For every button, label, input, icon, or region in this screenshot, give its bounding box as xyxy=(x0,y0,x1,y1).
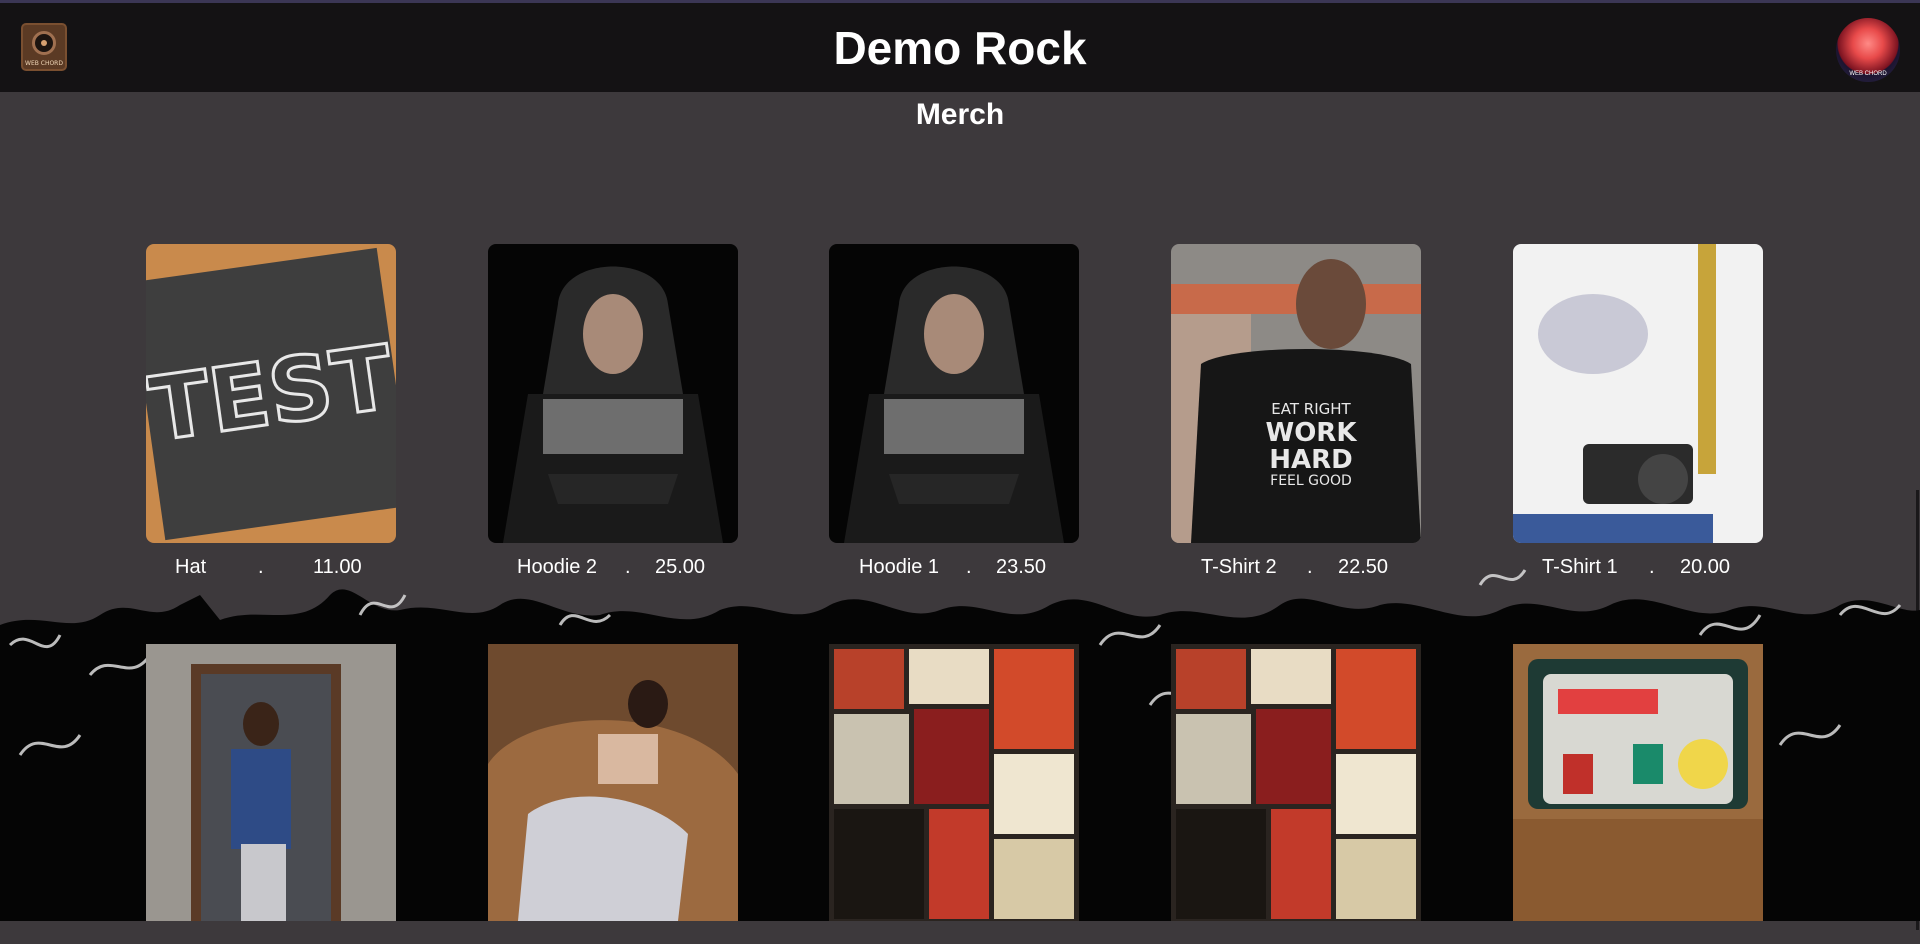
site-header: WEB CHORD Demo Rock WEB CHORD xyxy=(0,3,1920,92)
product-caption: Hoodie 1 . 23.50 xyxy=(829,556,1079,580)
product-caption: T-Shirt 2 . 22.50 xyxy=(1171,556,1421,580)
product-image[interactable] xyxy=(829,244,1079,543)
product-price: 11.00 xyxy=(313,556,362,578)
product-price: 22.50 xyxy=(1338,556,1389,578)
product-image[interactable] xyxy=(829,644,1079,944)
product-image[interactable] xyxy=(146,644,396,944)
product-name: T-Shirt 2 xyxy=(1201,556,1277,578)
product-price: 23.50 xyxy=(996,556,1047,578)
product-separator: . xyxy=(966,556,972,578)
product-separator: . xyxy=(625,556,631,578)
product-image[interactable] xyxy=(1171,644,1421,944)
tshirt-print-line: HARD xyxy=(1269,445,1352,475)
tshirt-print-line: WORK xyxy=(1266,418,1358,448)
product-image[interactable] xyxy=(1513,644,1763,944)
product-separator: . xyxy=(1307,556,1313,578)
tshirt-print-line: FEEL GOOD xyxy=(1270,473,1352,489)
avatar-label: WEB CHORD xyxy=(1849,71,1887,77)
page-title: Demo Rock xyxy=(833,22,1087,74)
section-title: Merch xyxy=(915,98,1005,131)
product-image[interactable] xyxy=(488,644,738,944)
product-image[interactable] xyxy=(1513,244,1763,543)
product-caption: T-Shirt 1 . 20.00 xyxy=(1513,556,1763,580)
product-image[interactable]: EAT RIGHT WORK HARD FEEL GOOD xyxy=(1171,244,1421,543)
product-name: T-Shirt 1 xyxy=(1542,556,1618,578)
tshirt-print-line: EAT RIGHT xyxy=(1271,400,1351,418)
product-name: Hat xyxy=(175,556,207,578)
product-name: Hoodie 1 xyxy=(859,556,940,578)
product-price: 20.00 xyxy=(1680,556,1731,578)
product-price: 25.00 xyxy=(655,556,706,578)
product-image[interactable] xyxy=(488,244,738,543)
product-name: Hoodie 2 xyxy=(517,556,598,578)
avatar[interactable]: WEB CHORD xyxy=(1836,18,1900,82)
product-separator: . xyxy=(1649,556,1655,578)
product-caption: Hoodie 2 . 25.00 xyxy=(488,556,738,580)
product-caption: Hat . 11.00 xyxy=(146,556,396,580)
product-separator: . xyxy=(258,556,264,578)
product-image[interactable]: TEST xyxy=(146,244,396,543)
